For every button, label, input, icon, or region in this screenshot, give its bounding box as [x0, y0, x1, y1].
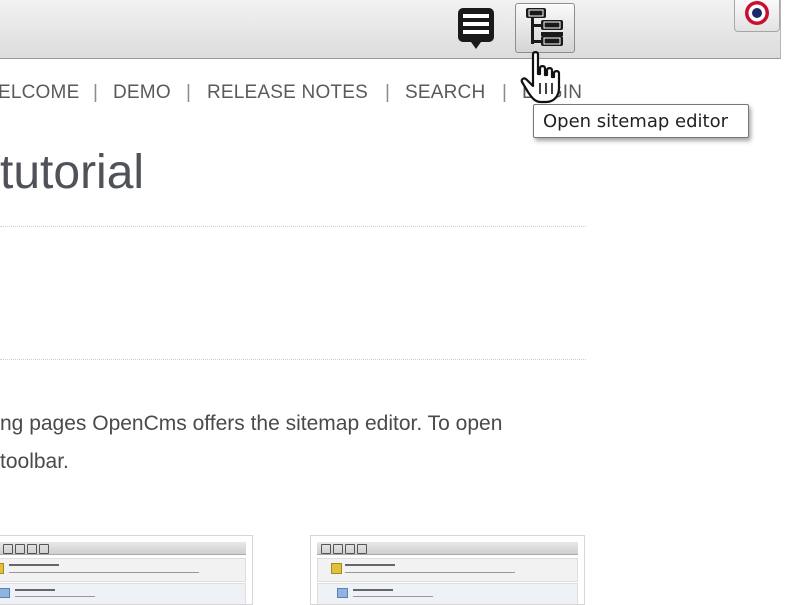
nav-separator: |	[385, 82, 391, 103]
divider	[0, 226, 586, 227]
folder-icon	[0, 563, 4, 574]
text-line	[353, 596, 433, 597]
copy-icon	[39, 544, 49, 554]
gallery-icon	[458, 8, 494, 49]
thumbnail-row	[317, 558, 578, 582]
nav-separator: |	[186, 82, 192, 103]
nav-item-release-notes[interactable]: RELEASE NOTES	[207, 82, 368, 104]
thumbnail-row	[0, 583, 246, 604]
body-paragraph-line: ng pages OpenCms offers the sitemap edit…	[0, 412, 503, 435]
hand-cursor-icon	[520, 51, 561, 104]
sitemap-editor-button[interactable]	[515, 3, 575, 53]
thumbnail-row	[317, 583, 578, 604]
save-icon	[15, 544, 25, 554]
text-line	[9, 572, 199, 573]
nav-item-demo[interactable]: DEMO	[113, 82, 171, 104]
folder-icon	[0, 588, 10, 598]
divider	[0, 359, 586, 360]
refresh-icon	[3, 544, 13, 554]
text-line	[345, 564, 395, 566]
publish-icon	[745, 1, 769, 25]
nav-separator: |	[502, 82, 508, 103]
folder-icon	[331, 563, 342, 574]
screenshot-thumbnail[interactable]	[310, 535, 585, 605]
copy-icon	[357, 544, 367, 554]
thumbnail-row	[0, 558, 246, 582]
nav-separator: |	[93, 82, 99, 103]
toolbar-edge	[781, 0, 800, 58]
folder-icon	[337, 588, 348, 598]
nav-item-welcome[interactable]: ELCOME	[0, 82, 79, 104]
sitemap-tooltip: Open sitemap editor	[533, 104, 749, 138]
text-line	[345, 572, 515, 573]
nav-item-search[interactable]: SEARCH	[405, 82, 485, 104]
text-line	[15, 596, 95, 597]
page-title: tutorial	[0, 146, 145, 199]
text-line	[15, 589, 55, 591]
text-line	[353, 589, 393, 591]
sitemap-icon	[526, 8, 563, 46]
gallery-button[interactable]	[447, 3, 505, 53]
text-line	[9, 564, 59, 566]
publish-button[interactable]	[734, 0, 780, 32]
refresh-icon	[321, 544, 331, 554]
body-paragraph-line: toolbar.	[0, 450, 69, 473]
screenshot-thumbnail[interactable]	[0, 535, 253, 605]
edit-icon	[27, 544, 37, 554]
save-icon	[333, 544, 343, 554]
edit-icon	[345, 544, 355, 554]
editor-toolbar	[0, 0, 781, 59]
